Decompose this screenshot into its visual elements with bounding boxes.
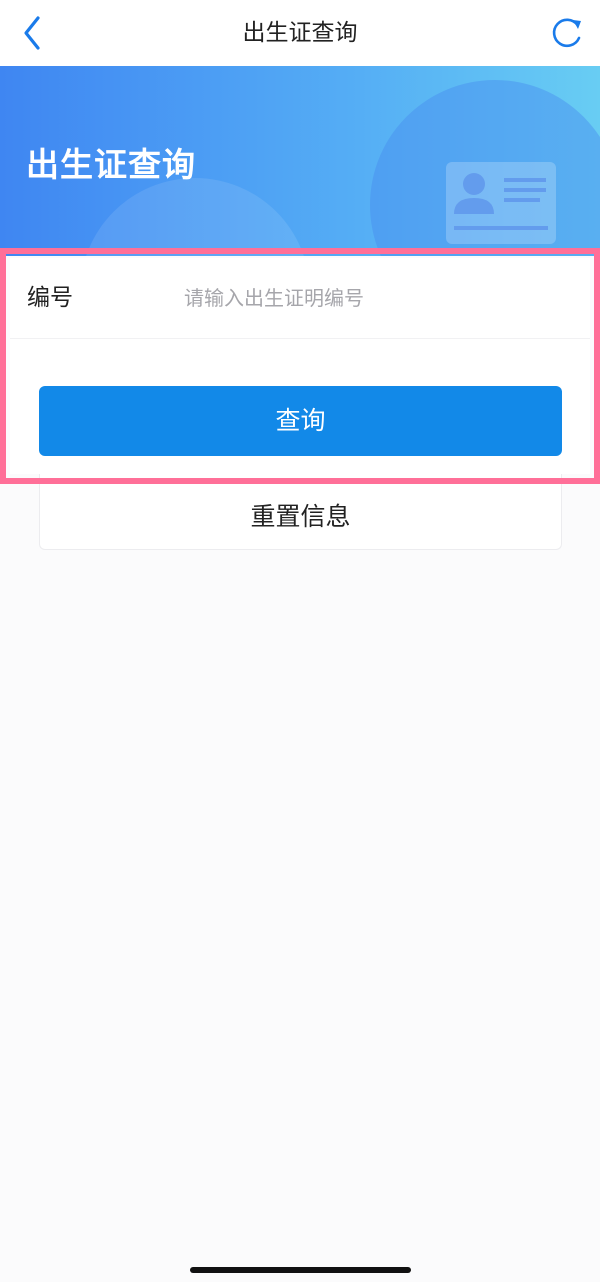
refresh-button[interactable]: [546, 12, 586, 54]
certificate-number-input[interactable]: [184, 278, 564, 318]
banner-decoration-circle: [80, 178, 310, 256]
header-banner: 出生证查询: [0, 66, 600, 256]
query-button[interactable]: 查询: [39, 386, 562, 456]
id-card-icon: [446, 162, 556, 244]
number-field-row: 编号: [10, 258, 590, 339]
banner-title: 出生证查询: [26, 145, 196, 184]
navigation-bar: 出生证查询: [0, 0, 600, 66]
number-label: 编号: [27, 285, 73, 311]
home-indicator: [190, 1267, 411, 1273]
page-title: 出生证查询: [242, 20, 358, 46]
reset-button[interactable]: 重置信息: [39, 474, 562, 550]
refresh-icon: [552, 18, 581, 48]
